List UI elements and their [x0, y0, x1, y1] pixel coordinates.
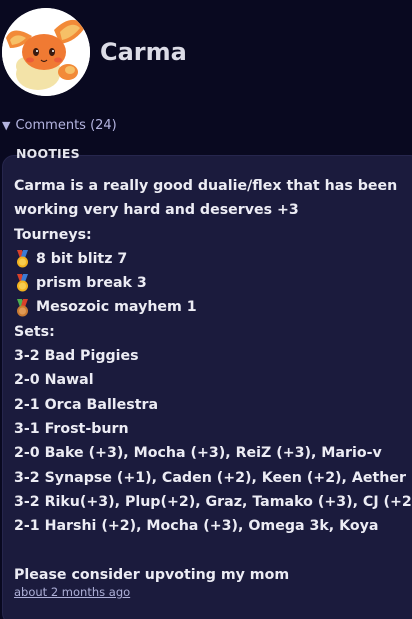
- comments-toggle[interactable]: ▼ Comments (24): [2, 116, 117, 134]
- tourney-item: prism break 3: [14, 271, 408, 295]
- set-item: 3-2 Bad Piggies: [14, 348, 139, 365]
- tourney-label: Mesozoic mayhem 1: [36, 299, 197, 316]
- gold-medal-icon: [17, 250, 28, 268]
- set-item: 2-0 Nawal: [14, 372, 94, 389]
- set-item: 2-1 Harshi (+2), Mocha (+3), Omega 3k, K…: [14, 518, 379, 535]
- comment-body: Carma is a really good dualie/flex that …: [14, 174, 412, 587]
- comment-line: Carma is a really good dualie/flex that …: [14, 178, 398, 194]
- caret-down-icon: ▼: [2, 118, 11, 132]
- bronze-medal-icon: [17, 298, 28, 317]
- comments-toggle-label: Comments (24): [15, 117, 117, 133]
- pokemon-avatar-icon: [2, 8, 90, 96]
- comment-line: Tourneys:: [14, 226, 92, 243]
- page: Carma ▼ Comments (24) NOOTIES Carma is a…: [0, 0, 412, 619]
- set-item: 3-1 Frost-burn: [14, 420, 129, 437]
- comment-line: working very hard and deserves +3: [14, 202, 299, 219]
- profile-header: Carma: [0, 0, 412, 105]
- set-item: 3-2 Riku(+3), Plup(+2), Graz, Tamako (+3…: [14, 493, 412, 510]
- gold-medal-icon: [17, 274, 28, 292]
- profile-name: Carma: [100, 38, 187, 66]
- set-item: 2-0 Bake (+3), Mocha (+3), ReiZ (+3), Ma…: [14, 445, 382, 462]
- tourney-item: 8 bit blitz 7: [14, 247, 408, 271]
- tourney-label: prism break 3: [36, 275, 147, 292]
- tourney-label: 8 bit blitz 7: [36, 250, 128, 267]
- comment-line: Sets:: [14, 323, 55, 340]
- comment-closing: Please consider upvoting my mom: [14, 566, 290, 583]
- comment-timestamp-link[interactable]: about 2 months ago: [14, 585, 130, 599]
- set-item: 3-2 Synapse (+1), Caden (+2), Keen (+2),…: [14, 469, 406, 486]
- tourney-item: Mesozoic mayhem 1: [14, 295, 408, 319]
- avatar[interactable]: [2, 8, 90, 96]
- set-item: 2-1 Orca Ballestra: [14, 396, 159, 413]
- comment-author[interactable]: NOOTIES: [16, 146, 80, 162]
